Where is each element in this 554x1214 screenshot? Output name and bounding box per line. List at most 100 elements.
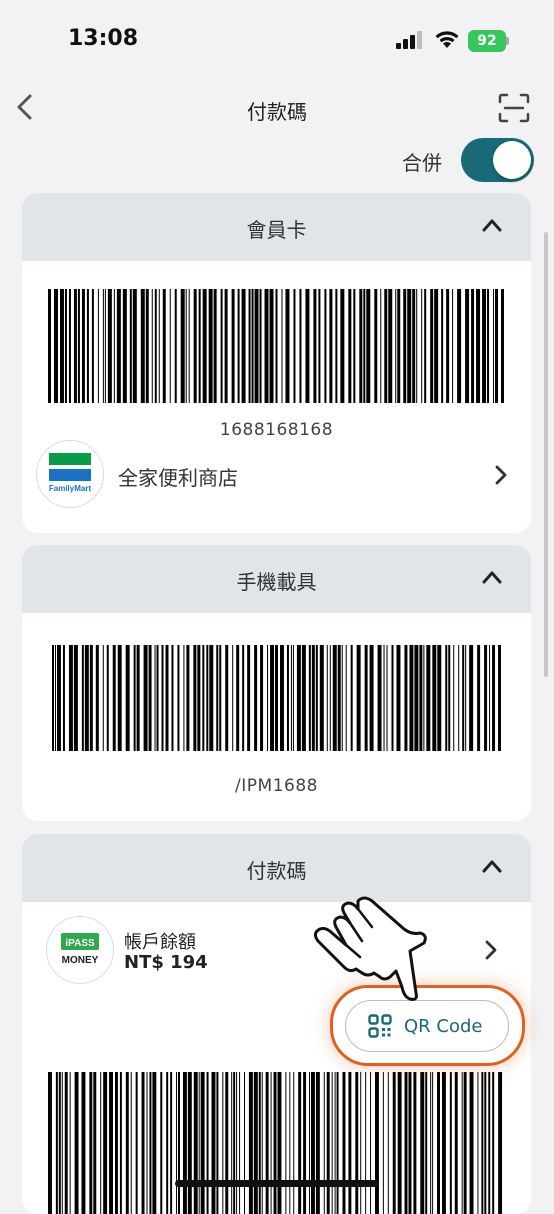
payment-barcode-bar bbox=[449, 1072, 452, 1214]
member-barcode-bar bbox=[359, 289, 363, 403]
member-barcode-bar bbox=[158, 289, 160, 403]
member-card-title: 會員卡 bbox=[246, 218, 307, 242]
chevron-right-icon[interactable] bbox=[494, 465, 508, 485]
chevron-up-icon[interactable] bbox=[481, 217, 503, 233]
carrier-barcode-bar bbox=[183, 645, 185, 751]
carrier-barcode-bar bbox=[396, 645, 401, 751]
payment-barcode-bar bbox=[309, 1072, 310, 1214]
carrier-barcode-bar bbox=[315, 645, 318, 751]
carrier-barcode-bar bbox=[279, 645, 284, 751]
payment-barcode-bar bbox=[206, 1072, 209, 1214]
member-barcode-bar bbox=[162, 289, 166, 403]
carrier-barcode-bar bbox=[301, 645, 306, 751]
carrier-card-header[interactable]: 手機載具 bbox=[22, 545, 531, 613]
member-barcode-bar bbox=[122, 289, 127, 403]
payment-barcode-bar bbox=[182, 1072, 187, 1214]
carrier-barcode-bar bbox=[369, 645, 374, 751]
store-name[interactable]: 全家便利商店 bbox=[118, 462, 238, 491]
payment-barcode-bar bbox=[454, 1072, 458, 1214]
carrier-barcode-bar bbox=[465, 645, 467, 751]
carrier-barcode-bar bbox=[81, 645, 84, 751]
svg-text:iPASS: iPASS bbox=[65, 938, 95, 949]
carrier-barcode-bar bbox=[453, 645, 455, 751]
carrier-barcode-bar bbox=[89, 645, 93, 751]
payment-barcode-bar bbox=[285, 1072, 287, 1214]
chevron-right-icon[interactable] bbox=[484, 940, 498, 960]
payment-barcode-bar bbox=[392, 1072, 396, 1214]
payment-barcode-bar bbox=[152, 1072, 157, 1214]
carrier-barcode-bar bbox=[186, 645, 190, 751]
payment-barcode-bar bbox=[253, 1072, 258, 1214]
home-indicator[interactable] bbox=[175, 1180, 379, 1187]
payment-barcode-bar bbox=[463, 1072, 467, 1214]
member-barcode-bar bbox=[441, 289, 444, 403]
carrier-barcode-bar bbox=[426, 645, 431, 751]
scrollbar[interactable] bbox=[544, 232, 548, 677]
carrier-barcode-bar bbox=[84, 645, 89, 751]
member-barcode-bar bbox=[237, 289, 240, 403]
payment-barcode-bar bbox=[216, 1072, 219, 1214]
payment-barcode-bar bbox=[408, 1072, 412, 1214]
carrier-barcode-bar bbox=[242, 645, 245, 751]
payment-barcode-bar bbox=[187, 1072, 192, 1214]
carrier-barcode-bar bbox=[254, 645, 258, 751]
payment-barcode-bar bbox=[200, 1072, 205, 1214]
payment-barcode-bar bbox=[239, 1072, 241, 1214]
member-barcode-bar bbox=[248, 289, 251, 403]
carrier-barcode-bar bbox=[165, 645, 169, 751]
member-barcode-bar bbox=[151, 289, 153, 403]
payment-barcode-bar bbox=[248, 1072, 253, 1214]
carrier-barcode-bar bbox=[341, 645, 343, 751]
carrier-barcode-bar bbox=[423, 645, 425, 751]
payment-barcode-bar bbox=[64, 1072, 68, 1214]
member-card-header[interactable]: 會員卡 bbox=[22, 193, 531, 261]
payment-barcode-bar bbox=[293, 1072, 295, 1214]
carrier-barcode-bar bbox=[469, 645, 474, 751]
member-barcode-bar bbox=[81, 289, 85, 403]
payment-barcode-bar bbox=[336, 1072, 339, 1214]
carrier-barcode-bar bbox=[52, 645, 54, 751]
member-barcode bbox=[48, 289, 504, 403]
payment-barcode-bar bbox=[375, 1072, 379, 1214]
merge-toggle[interactable] bbox=[461, 138, 534, 182]
member-barcode-bar bbox=[251, 289, 254, 403]
member-barcode-bar bbox=[264, 289, 269, 403]
scan-icon[interactable] bbox=[498, 93, 530, 123]
member-barcode-bar bbox=[275, 289, 278, 403]
member-barcode-bar bbox=[154, 289, 157, 403]
battery-tip bbox=[506, 37, 509, 45]
carrier-barcode-bar bbox=[386, 645, 388, 751]
member-barcode-bar bbox=[220, 289, 223, 403]
chevron-up-icon[interactable] bbox=[481, 569, 503, 585]
member-barcode-bar bbox=[374, 289, 378, 403]
carrier-barcode-bar bbox=[236, 645, 240, 751]
carrier-barcode-bar bbox=[286, 645, 289, 751]
carrier-barcode-bar bbox=[177, 645, 180, 751]
member-barcode-bar bbox=[174, 289, 177, 403]
carrier-barcode-bar bbox=[133, 645, 136, 751]
member-barcode-bar bbox=[180, 289, 185, 403]
familymart-logo: FamilyMart bbox=[36, 440, 104, 508]
payment-barcode-bar bbox=[244, 1072, 245, 1214]
pointing-hand-icon bbox=[313, 896, 427, 1001]
merge-label: 合併 bbox=[402, 151, 442, 175]
payment-barcode-bar bbox=[178, 1072, 180, 1214]
payment-barcode-bar bbox=[93, 1072, 97, 1214]
carrier-barcode-bar bbox=[498, 645, 502, 751]
payment-barcode-bar bbox=[141, 1072, 145, 1214]
payment-barcode-bar bbox=[109, 1072, 114, 1214]
member-barcode-bar bbox=[299, 289, 302, 403]
member-barcode-bar bbox=[457, 289, 462, 403]
carrier-card-title: 手機載具 bbox=[236, 570, 317, 594]
chevron-up-icon[interactable] bbox=[481, 858, 503, 874]
member-barcode-bar bbox=[366, 289, 371, 403]
member-barcode-bar bbox=[446, 289, 450, 403]
member-barcode-bar bbox=[493, 289, 495, 403]
payment-barcode-bar bbox=[236, 1072, 238, 1214]
payment-card-header[interactable]: 付款碼 bbox=[22, 834, 531, 902]
payment-barcode-bar bbox=[48, 1072, 52, 1214]
member-barcode-bar bbox=[395, 289, 397, 403]
member-barcode-bar bbox=[53, 289, 58, 403]
member-barcode-bar bbox=[48, 289, 51, 403]
member-barcode-bar bbox=[384, 289, 388, 403]
